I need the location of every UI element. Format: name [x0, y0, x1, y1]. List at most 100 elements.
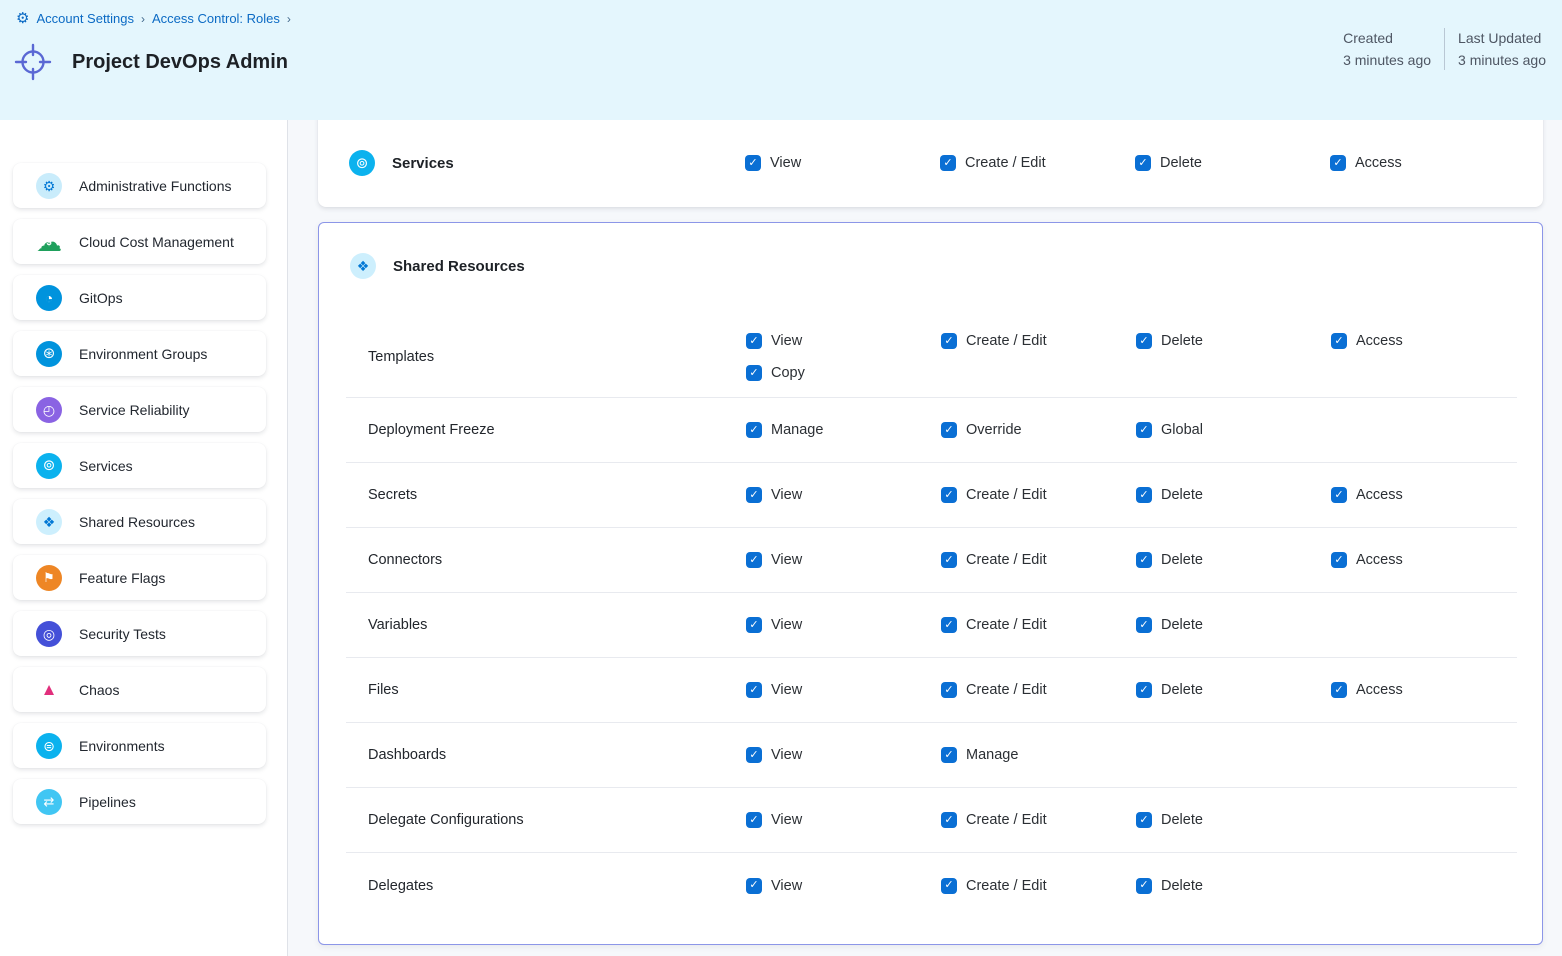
resource-row-templates: Templates ✓ View ✓ Copy ✓ Create / Edit …	[346, 316, 1517, 398]
checkbox-label: View	[771, 617, 802, 633]
permission-col: ✓ View	[746, 487, 941, 503]
sidebar-item-pipelines[interactable]: ⇄ Pipelines	[13, 779, 266, 824]
permission-col: ✓ View	[746, 747, 941, 763]
sidebar-item-label: Pipelines	[79, 794, 136, 810]
breadcrumb-separator-icon: ›	[141, 12, 145, 26]
checkbox-delete[interactable]: ✓ Delete	[1135, 155, 1330, 171]
resource-label: Templates	[368, 349, 746, 365]
title-row: Project DevOps Admin	[13, 42, 288, 82]
checkbox-create-edit[interactable]: ✓ Create / Edit	[941, 682, 1136, 698]
checkbox-label: Create / Edit	[965, 155, 1046, 171]
checkbox-create-edit[interactable]: ✓ Create / Edit	[941, 812, 1136, 828]
permission-col: ✓ Delete	[1136, 682, 1331, 698]
checkbox-create-edit[interactable]: ✓ Create / Edit	[941, 333, 1136, 349]
checkbox-manage[interactable]: ✓ Manage	[746, 422, 941, 438]
checkbox-label: Manage	[771, 422, 823, 438]
resource-label: Secrets	[368, 487, 746, 503]
checkbox-label: Global	[1161, 422, 1203, 438]
checkbox-label: Create / Edit	[966, 487, 1047, 503]
sidebar-item-gitops[interactable]: ◔ GitOps	[13, 275, 266, 320]
checkbox-view[interactable]: ✓ View	[745, 155, 940, 171]
sidebar-item-label: Security Tests	[79, 626, 166, 642]
checkbox-create-edit[interactable]: ✓ Create / Edit	[940, 155, 1135, 171]
sidebar-item-service-reliability[interactable]: ◴ Service Reliability	[13, 387, 266, 432]
resource-row-deployment-freeze: Deployment Freeze ✓ Manage ✓ Override ✓ …	[346, 398, 1517, 463]
sidebar-item-services[interactable]: ⊚ Services	[13, 443, 266, 488]
checkbox-label: View	[771, 487, 802, 503]
checkbox-view[interactable]: ✓ View	[746, 552, 941, 568]
checkbox-view[interactable]: ✓ View	[746, 487, 941, 503]
permission-col: ✓ Global	[1136, 422, 1331, 438]
checkbox-access[interactable]: ✓ Access	[1331, 487, 1517, 503]
services-card-title: Services	[392, 155, 454, 172]
checkbox-delete[interactable]: ✓ Delete	[1136, 617, 1331, 633]
checkbox-manage[interactable]: ✓ Manage	[941, 747, 1136, 763]
checkbox-create-edit[interactable]: ✓ Create / Edit	[941, 487, 1136, 503]
settings-gear-icon[interactable]: ⚙	[16, 11, 29, 26]
checkbox-delete[interactable]: ✓ Delete	[1136, 682, 1331, 698]
permission-col: ✓ Create / Edit	[941, 682, 1136, 698]
checkbox-override[interactable]: ✓ Override	[941, 422, 1136, 438]
sidebar-item-security-tests[interactable]: ◎ Security Tests	[13, 611, 266, 656]
sidebar-item-environment-groups[interactable]: ⊛ Environment Groups	[13, 331, 266, 376]
sidebar-item-feature-flags[interactable]: ⚑ Feature Flags	[13, 555, 266, 600]
breadcrumb-access-control-roles[interactable]: Access Control: Roles	[152, 11, 280, 26]
page-header: ⚙ Account Settings › Access Control: Rol…	[0, 0, 1562, 120]
checkbox-view[interactable]: ✓ View	[746, 333, 941, 349]
sidebar-item-administrative-functions[interactable]: ⚙ Administrative Functions	[13, 163, 266, 208]
checkbox-checked-icon: ✓	[941, 617, 957, 633]
checkbox-checked-icon: ✓	[941, 878, 957, 894]
checkbox-checked-icon: ✓	[746, 365, 762, 381]
resource-row-delegates: Delegates ✓ View ✓ Create / Edit ✓ Delet…	[346, 853, 1517, 918]
checkbox-label: Create / Edit	[966, 333, 1047, 349]
sidebar-item-cloud-cost-management[interactable]: ☁ $ Cloud Cost Management	[13, 219, 266, 264]
meta-divider	[1444, 28, 1445, 70]
checkbox-access[interactable]: ✓ Access	[1331, 682, 1517, 698]
checkbox-create-edit[interactable]: ✓ Create / Edit	[941, 552, 1136, 568]
checkbox-access[interactable]: ✓ Access	[1330, 155, 1543, 171]
permission-col-delete: ✓ Delete	[1135, 155, 1330, 171]
checkbox-create-edit[interactable]: ✓ Create / Edit	[941, 617, 1136, 633]
permission-col: ✓ View ✓ Copy	[746, 316, 941, 381]
permissions-main: ⊚ Services ✓ View ✓ Create / Edit ✓ Dele…	[289, 120, 1562, 956]
checkbox-delete[interactable]: ✓ Delete	[1136, 878, 1331, 894]
sidebar-item-label: Services	[79, 458, 133, 474]
gear-icon: ⚙	[36, 173, 62, 199]
checkbox-access[interactable]: ✓ Access	[1331, 552, 1517, 568]
checkbox-create-edit[interactable]: ✓ Create / Edit	[941, 878, 1136, 894]
checkbox-view[interactable]: ✓ View	[746, 747, 941, 763]
shared-resources-card-header: ❖ Shared Resources	[350, 253, 525, 279]
checkbox-access[interactable]: ✓ Access	[1331, 333, 1517, 349]
checkbox-copy[interactable]: ✓ Copy	[746, 365, 941, 381]
sidebar-item-label: Feature Flags	[79, 570, 165, 586]
checkbox-delete[interactable]: ✓ Delete	[1136, 552, 1331, 568]
checkbox-checked-icon: ✓	[1136, 552, 1152, 568]
checkbox-view[interactable]: ✓ View	[746, 617, 941, 633]
permission-col: ✓ Create / Edit	[941, 552, 1136, 568]
sidebar-item-label: Environments	[79, 738, 165, 754]
sidebar-item-chaos[interactable]: ▲ Chaos	[13, 667, 266, 712]
last-updated-block: Last Updated 3 minutes ago	[1458, 28, 1546, 70]
checkbox-checked-icon: ✓	[941, 422, 957, 438]
checkbox-label: Delete	[1161, 333, 1203, 349]
sidebar-item-shared-resources[interactable]: ❖ Shared Resources	[13, 499, 266, 544]
role-crosshair-icon	[13, 42, 53, 82]
checkbox-delete[interactable]: ✓ Delete	[1136, 333, 1331, 349]
shared-resources-icon: ❖	[36, 509, 62, 535]
checkbox-view[interactable]: ✓ View	[746, 812, 941, 828]
sidebar-item-label: Service Reliability	[79, 402, 189, 418]
sidebar-item-label: Environment Groups	[79, 346, 207, 362]
resource-row-secrets: Secrets ✓ View ✓ Create / Edit ✓ Delete …	[346, 463, 1517, 528]
checkbox-delete[interactable]: ✓ Delete	[1136, 812, 1331, 828]
permission-col: ✓ View	[746, 812, 941, 828]
resource-label: Delegate Configurations	[368, 812, 746, 828]
sidebar-item-environments[interactable]: ⊜ Environments	[13, 723, 266, 768]
checkbox-label: Delete	[1161, 812, 1203, 828]
breadcrumb-account-settings[interactable]: Account Settings	[36, 11, 134, 26]
checkbox-global[interactable]: ✓ Global	[1136, 422, 1331, 438]
checkbox-delete[interactable]: ✓ Delete	[1136, 487, 1331, 503]
checkbox-view[interactable]: ✓ View	[746, 878, 941, 894]
service-reliability-icon: ◴	[36, 397, 62, 423]
checkbox-view[interactable]: ✓ View	[746, 682, 941, 698]
checkbox-label: Create / Edit	[966, 682, 1047, 698]
